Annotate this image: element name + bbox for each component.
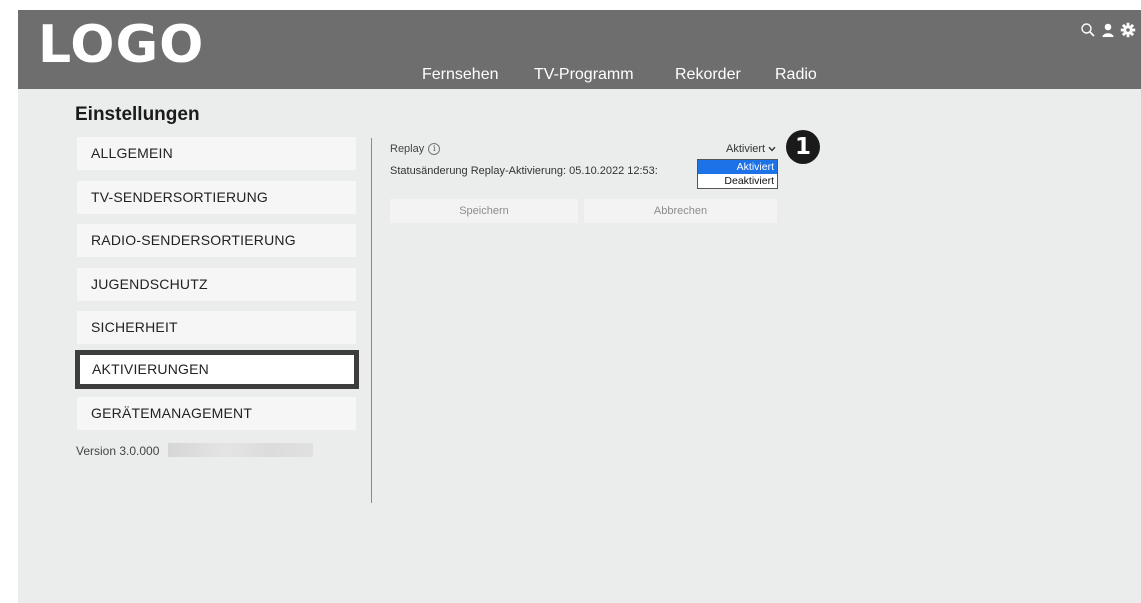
nav-item-radio[interactable]: Radio xyxy=(775,66,817,84)
page-title: Einstellungen xyxy=(75,104,200,125)
nav-item-tv-programm[interactable]: TV-Programm xyxy=(534,66,634,84)
save-button[interactable]: Speichern xyxy=(390,199,578,223)
sidebar-item-jugendschutz[interactable]: JUGENDSCHUTZ xyxy=(77,268,356,301)
cancel-button[interactable]: Abbrechen xyxy=(584,199,777,223)
sidebar-item-tv-sendersortierung[interactable]: TV-SENDERSORTIERUNG xyxy=(77,181,356,214)
search-icon[interactable] xyxy=(1080,22,1096,38)
callout-marker: 1 xyxy=(786,130,820,164)
info-icon[interactable]: i xyxy=(428,143,441,155)
header-bar: LOGO Fernsehen TV-Programm Rekorder Radi… xyxy=(18,10,1141,89)
replay-status-text: Statusänderung Replay-Aktivierung: 05.10… xyxy=(390,165,658,177)
sidebar-item-sicherheit[interactable]: SICHERHEIT xyxy=(77,311,356,344)
nav-item-fernsehen[interactable]: Fernsehen xyxy=(422,66,499,84)
replay-select[interactable]: Aktiviert xyxy=(726,143,776,155)
content-divider xyxy=(371,138,372,503)
user-icon[interactable] xyxy=(1100,22,1116,38)
gear-icon[interactable] xyxy=(1120,22,1136,38)
logo[interactable]: LOGO xyxy=(38,14,204,76)
replay-select-dropdown: Aktiviert Deaktiviert xyxy=(697,159,778,189)
sidebar-item-geraetemanagement[interactable]: GERÄTEMANAGEMENT xyxy=(77,397,356,430)
replay-label-text: Replay xyxy=(390,143,425,155)
replay-select-value: Aktiviert xyxy=(726,143,766,155)
sidebar-item-radio-sendersortierung[interactable]: RADIO-SENDERSORTIERUNG xyxy=(77,224,356,257)
chevron-down-icon xyxy=(768,143,776,155)
header-icons xyxy=(1080,22,1136,38)
version-text: Version 3.0.000 xyxy=(76,444,160,458)
nav-item-rekorder[interactable]: Rekorder xyxy=(675,66,741,84)
select-option-deaktiviert[interactable]: Deaktiviert xyxy=(698,174,777,188)
app-frame: LOGO Fernsehen TV-Programm Rekorder Radi… xyxy=(18,10,1141,603)
version-redacted-bar xyxy=(168,443,313,457)
sidebar-item-allgemein[interactable]: ALLGEMEIN xyxy=(77,137,356,170)
sidebar-item-aktivierungen[interactable]: AKTIVIERUNGEN xyxy=(75,350,359,389)
replay-setting-label: Replay i xyxy=(390,143,441,155)
select-option-aktiviert[interactable]: Aktiviert xyxy=(698,160,777,174)
